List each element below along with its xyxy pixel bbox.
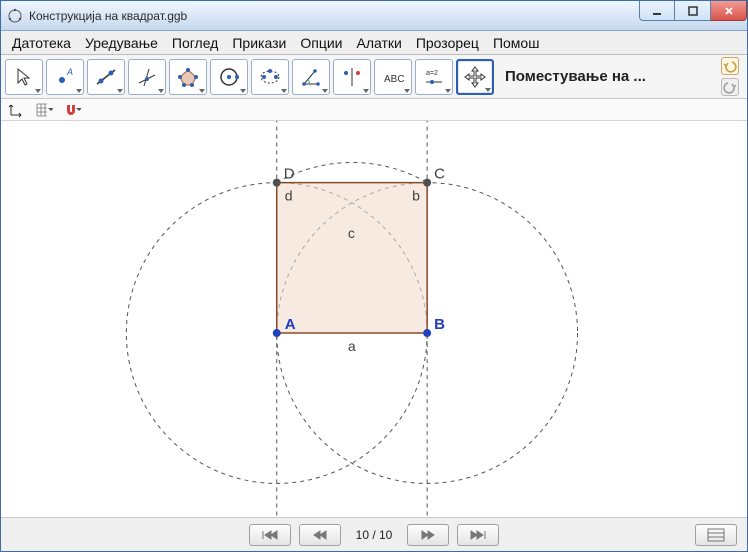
redo-icon (723, 80, 737, 94)
construction-protocol-button[interactable] (695, 524, 737, 546)
navigation-bar: 10 / 10 (1, 517, 747, 551)
graphics-view[interactable]: A B C D a b c d (1, 121, 747, 517)
axes-toggle[interactable] (7, 101, 25, 119)
nav-next-button[interactable] (407, 524, 449, 546)
tool-reflect[interactable] (333, 59, 371, 95)
menu-file[interactable]: Датотека (5, 33, 78, 53)
perpendicular-icon (135, 65, 159, 89)
svg-text:ABC: ABC (384, 74, 405, 85)
slider-icon: a=2 (422, 65, 446, 89)
stylebar (1, 99, 747, 121)
tool-perpendicular[interactable] (128, 59, 166, 95)
menu-view[interactable]: Поглед (165, 33, 225, 53)
label-D: D (284, 166, 295, 183)
tool-text[interactable]: ABC (374, 59, 412, 95)
axes-icon (8, 102, 24, 118)
label-b: b (412, 188, 420, 204)
menubar: Датотека Уредување Поглед Прикази Опции … (1, 31, 747, 55)
line-icon (94, 65, 118, 89)
grid-icon (35, 102, 47, 118)
label-C: C (434, 166, 445, 183)
toolbar-right (721, 57, 743, 96)
window-buttons (639, 1, 747, 30)
polygon-icon (176, 65, 200, 89)
window-title: Конструкција на квадрат.ggb (29, 9, 639, 23)
menu-options[interactable]: Опции (293, 33, 349, 53)
undo-icon (723, 59, 737, 73)
tool-slider[interactable]: a=2 (415, 59, 453, 95)
circle-icon (217, 65, 241, 89)
label-c: c (348, 225, 355, 241)
menu-tools[interactable]: Алатки (349, 33, 408, 53)
prev-icon (310, 529, 330, 541)
close-button[interactable] (711, 1, 747, 21)
undo-button[interactable] (721, 57, 739, 75)
tool-move[interactable] (5, 59, 43, 95)
tool-angle[interactable] (292, 59, 330, 95)
point-icon: A (53, 65, 77, 89)
reflect-icon (340, 65, 364, 89)
redo-button[interactable] (721, 78, 739, 96)
angle-icon (299, 65, 323, 89)
menu-edit[interactable]: Уредување (78, 33, 165, 53)
label-A: A (285, 316, 296, 333)
tool-conic[interactable] (251, 59, 289, 95)
nav-first-button[interactable] (249, 524, 291, 546)
skip-first-icon (260, 529, 280, 541)
titlebar: Конструкција на квадрат.ggb (1, 1, 747, 31)
skip-last-icon (468, 529, 488, 541)
menu-help[interactable]: Помош (486, 33, 547, 53)
app-window: Конструкција на квадрат.ggb Датотека Уре… (0, 0, 748, 552)
table-icon (707, 528, 725, 542)
next-icon (418, 529, 438, 541)
toolbar: A ABC (1, 55, 747, 99)
label-B: B (434, 316, 445, 333)
chevron-down-icon (48, 108, 53, 112)
step-counter: 10 / 10 (349, 528, 399, 542)
point-capture[interactable] (63, 101, 81, 119)
tool-move-view[interactable] (456, 59, 494, 95)
tool-line[interactable] (87, 59, 125, 95)
nav-prev-button[interactable] (299, 524, 341, 546)
nav-last-button[interactable] (457, 524, 499, 546)
menu-window[interactable]: Прозорец (409, 33, 486, 53)
construction-svg: A B C D a b c d (1, 121, 747, 517)
grid-toggle[interactable] (35, 101, 53, 119)
magnet-icon (63, 102, 75, 118)
svg-text:a=2: a=2 (426, 70, 438, 77)
label-d: d (285, 188, 293, 204)
tool-point[interactable]: A (46, 59, 84, 95)
tool-circle[interactable] (210, 59, 248, 95)
app-icon (7, 8, 23, 24)
menu-perspectives[interactable]: Прикази (225, 33, 293, 53)
maximize-button[interactable] (675, 1, 711, 21)
chevron-down-icon (76, 108, 81, 112)
cursor-icon (12, 65, 36, 89)
ellipse-icon (258, 65, 282, 89)
tool-description: Поместување на ... (497, 68, 718, 85)
minimize-button[interactable] (639, 1, 675, 21)
move-view-icon (462, 64, 488, 90)
tool-polygon[interactable] (169, 59, 207, 95)
svg-text:A: A (66, 67, 73, 77)
text-icon: ABC (381, 65, 405, 89)
label-a: a (348, 338, 356, 354)
